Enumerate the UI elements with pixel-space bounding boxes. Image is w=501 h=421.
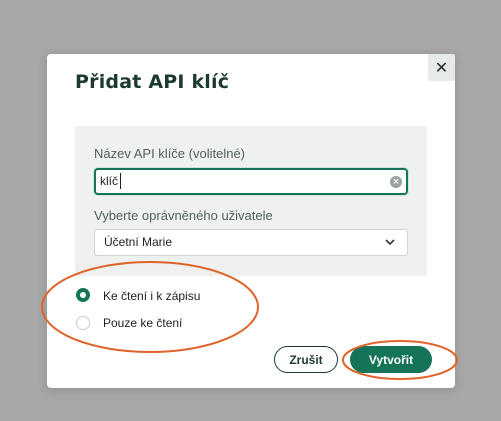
close-button[interactable]: ✕ xyxy=(428,54,455,81)
clear-input-icon[interactable]: × xyxy=(390,176,402,188)
dialog-title: Přidat API klíč xyxy=(75,71,230,93)
text-caret xyxy=(120,173,121,189)
close-icon: ✕ xyxy=(434,58,449,77)
radio-read-write[interactable] xyxy=(76,288,90,302)
radio-read-only-label: Pouze ke čtení xyxy=(103,316,183,330)
radio-read-write-label: Ke čtení i k zápisu xyxy=(103,289,201,303)
user-select-value: Účetní Marie xyxy=(104,235,173,249)
api-key-name-value: klíč xyxy=(100,174,118,188)
api-key-name-input[interactable] xyxy=(94,168,408,195)
user-select-label: Vyberte oprávněného uživatele xyxy=(94,208,273,223)
radio-read-only[interactable] xyxy=(76,316,90,330)
api-key-name-label: Název API klíče (volitelné) xyxy=(94,146,246,161)
create-button[interactable]: Vytvořit xyxy=(350,346,432,373)
cancel-button[interactable]: Zrušit xyxy=(274,346,338,373)
chevron-down-icon xyxy=(385,239,395,246)
